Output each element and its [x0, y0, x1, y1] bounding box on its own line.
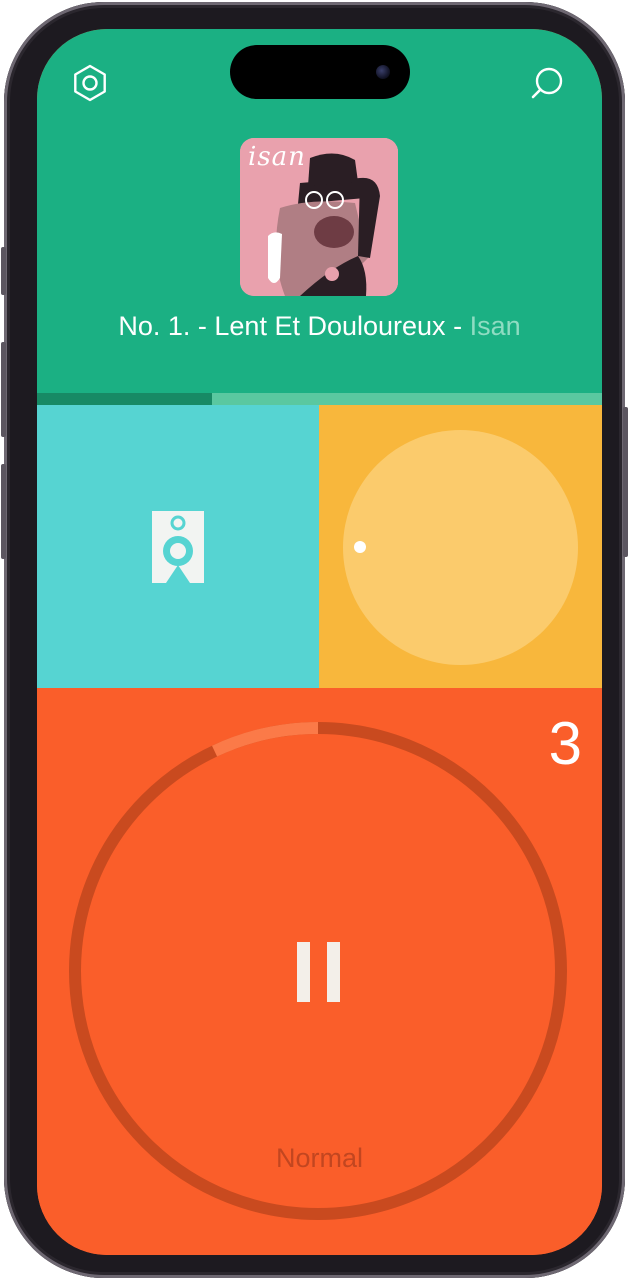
volume-dial[interactable] [343, 430, 578, 665]
volume-dial-tile [319, 405, 602, 688]
app-screen: isan No. 1. - Lent Et Douloureux - Isan [37, 29, 602, 1255]
pause-icon-bar-left [297, 942, 310, 1002]
search-button[interactable] [527, 63, 567, 103]
track-info: No. 1. - Lent Et Douloureux - Isan [37, 311, 602, 342]
action-button [1, 247, 6, 295]
output-device-tile[interactable] [37, 405, 319, 688]
player-panel: 3 Normal [37, 688, 602, 1255]
hexagon-gear-icon [74, 64, 106, 102]
volume-up-button [1, 342, 6, 437]
volume-dial-handle[interactable] [354, 541, 366, 553]
pause-icon-bar-right [327, 942, 340, 1002]
playback-progress-fill [37, 393, 213, 405]
album-art[interactable]: isan [240, 138, 398, 296]
dynamic-island [230, 45, 410, 99]
track-artist[interactable]: Isan [470, 311, 521, 341]
playback-mode-label[interactable]: Normal [37, 1143, 602, 1174]
volume-down-button [1, 464, 6, 559]
camera-icon [376, 65, 390, 79]
pause-button[interactable] [279, 928, 359, 1016]
power-button [623, 407, 628, 557]
playback-progress-bar[interactable] [37, 393, 602, 405]
search-icon [531, 67, 563, 99]
track-separator: - [445, 311, 470, 341]
album-art-title: isan [248, 142, 306, 172]
speaker-icon [152, 511, 204, 583]
settings-button[interactable] [70, 63, 110, 103]
phone-frame: isan No. 1. - Lent Et Douloureux - Isan [1, 2, 628, 1278]
track-title: No. 1. - Lent Et Douloureux [118, 311, 446, 341]
